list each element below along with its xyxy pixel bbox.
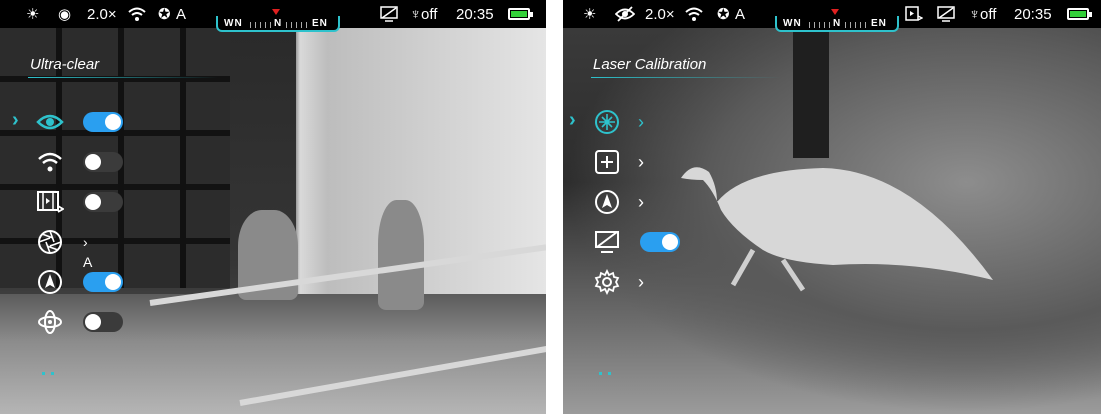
wifi-status-icon — [128, 6, 146, 24]
aperture-value-label: A — [83, 254, 93, 270]
screen-status-icon — [937, 6, 955, 24]
stabilizer-toggle[interactable] — [83, 312, 123, 332]
page-indicator — [42, 372, 62, 376]
eye-toggle[interactable] — [83, 112, 123, 132]
north-indicator-icon — [272, 9, 280, 15]
eye-icon — [36, 108, 64, 136]
menu-selector-icon: › — [569, 109, 576, 131]
aperture-value[interactable]: › A — [83, 232, 92, 272]
chevron-right-icon[interactable]: › — [638, 190, 644, 214]
peacock-silhouette — [681, 167, 993, 292]
menu-title: Laser Calibration — [593, 56, 707, 73]
screen-off-toggle[interactable] — [640, 232, 680, 252]
compass-left-label: WN — [783, 18, 802, 29]
aperture-status-icon: ✪ — [158, 6, 171, 23]
north-indicator-icon — [831, 9, 839, 15]
compass-strip: WN N EN — [216, 16, 340, 32]
menu-title: Ultra-clear — [30, 56, 100, 73]
menu-selector-icon: › — [12, 109, 19, 131]
compass-icon — [593, 188, 621, 216]
crosshair-add-icon — [593, 148, 621, 176]
screen-off-icon — [593, 228, 621, 256]
chevron-right-icon[interactable]: › — [638, 150, 644, 174]
laser-target-icon — [593, 108, 621, 136]
eye-status-icon: ◉ — [58, 6, 72, 23]
thermal-view-right: ☀ 2.0× ✪ A WN N EN ♆ off 20:35 Laser Cal… — [563, 0, 1101, 414]
compass-north-label: N — [833, 18, 842, 29]
battery-icon — [508, 8, 533, 20]
compass-left-label: WN — [224, 18, 243, 29]
video-status-icon — [905, 6, 924, 24]
aperture-mode: A — [176, 6, 187, 23]
status-bar: ☀ 2.0× ✪ A WN N EN ♆ off 20:35 — [563, 0, 1101, 32]
video-record-icon — [36, 188, 64, 216]
compass-north-label: N — [274, 18, 283, 29]
chevron-right-icon[interactable]: › — [638, 110, 644, 134]
battery-icon — [1067, 8, 1092, 20]
zoom-level[interactable]: 2.0× — [645, 6, 675, 24]
compass-strip: WN N EN — [775, 16, 899, 32]
menu-title-underline — [591, 77, 781, 78]
brightness-icon[interactable]: ☀ — [26, 6, 39, 24]
wifi-toggle[interactable] — [83, 152, 123, 172]
status-bar: ☀ ◉ 2.0× ✪ A WN N EN ♆ off 20:35 — [0, 0, 546, 32]
clock: 20:35 — [456, 6, 494, 23]
brightness-icon[interactable]: ☀ — [583, 6, 596, 24]
zoom-level[interactable]: 2.0× — [87, 6, 117, 24]
chevron-right-icon[interactable]: › — [638, 270, 644, 294]
compass-right-label: EN — [871, 18, 887, 29]
screen-status-icon — [380, 6, 398, 24]
power-status-label: off — [421, 6, 438, 23]
compass-icon — [36, 268, 64, 296]
settings-gear-icon — [593, 268, 621, 296]
page-indicator — [599, 372, 619, 376]
wifi-status-icon — [685, 6, 703, 24]
compass-right-label: EN — [312, 18, 328, 29]
stabilizer-icon — [36, 308, 64, 336]
power-status-icon: ♆ — [410, 6, 422, 23]
thermal-view-left: ☀ ◉ 2.0× ✪ A WN N EN ♆ off 20:35 Ultra-c… — [0, 0, 546, 414]
clock: 20:35 — [1014, 6, 1052, 23]
eye-off-status-icon — [614, 6, 636, 24]
compass-toggle[interactable] — [83, 272, 123, 292]
power-status-label: off — [980, 6, 997, 23]
aperture-mode: A — [735, 6, 746, 23]
video-record-toggle[interactable] — [83, 192, 123, 212]
wifi-icon — [36, 148, 64, 176]
power-status-icon: ♆ — [969, 6, 981, 23]
aperture-icon — [36, 228, 64, 256]
aperture-status-icon: ✪ — [717, 6, 730, 23]
menu-title-underline — [28, 77, 218, 78]
giraffe-silhouette — [378, 200, 424, 310]
